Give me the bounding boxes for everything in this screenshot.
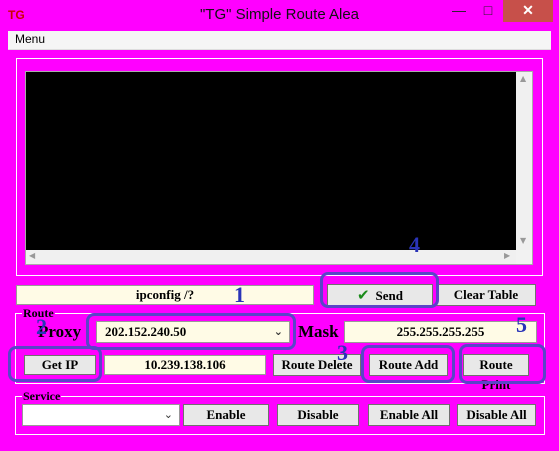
annotation-number: 5 (516, 312, 527, 337)
chevron-down-icon[interactable]: ⌄ (164, 408, 173, 421)
annotation-box-get-ip (8, 346, 102, 382)
scroll-down-icon[interactable]: ▼ (520, 236, 526, 245)
scroll-right-icon[interactable]: ▶ (504, 251, 510, 260)
annotation-number: 3 (337, 340, 348, 365)
vertical-scrollbar[interactable]: ▲ ▼ (516, 72, 532, 250)
scroll-up-icon[interactable]: ▲ (520, 74, 526, 83)
menu-bar: Menu (8, 31, 551, 50)
command-input[interactable]: ipconfig /? (16, 285, 314, 305)
disable-all-button[interactable]: Disable All (457, 404, 536, 426)
scroll-left-icon[interactable]: ◀ (29, 251, 35, 260)
service-dropdown[interactable]: ⌄ (22, 404, 180, 426)
horizontal-scrollbar[interactable]: ◀ ▶ (26, 250, 516, 264)
mask-input[interactable]: 255.255.255.255 (344, 321, 537, 343)
enable-button[interactable]: Enable (183, 404, 269, 426)
close-button[interactable]: ✕ (503, 0, 553, 22)
annotation-number: 4 (409, 232, 420, 257)
annotation-box-route-add (361, 345, 455, 383)
menu-item[interactable]: Menu (15, 32, 45, 46)
ip-address-field[interactable]: 10.239.138.106 (104, 355, 266, 375)
minimize-button[interactable]: — (445, 0, 473, 22)
console-output[interactable] (26, 72, 516, 250)
annotation-box-route-print (459, 344, 546, 384)
annotation-box-proxy (86, 313, 296, 350)
annotation-number: 1 (234, 282, 245, 307)
clear-table-button[interactable]: Clear Table (436, 284, 536, 306)
enable-all-button[interactable]: Enable All (368, 404, 450, 426)
maximize-button[interactable]: □ (473, 0, 503, 22)
annotation-number: 2 (36, 314, 47, 339)
mask-label: Mask (298, 322, 339, 341)
disable-button[interactable]: Disable (277, 404, 359, 426)
service-group-label: Service (22, 389, 62, 404)
annotation-box-send (320, 272, 439, 308)
